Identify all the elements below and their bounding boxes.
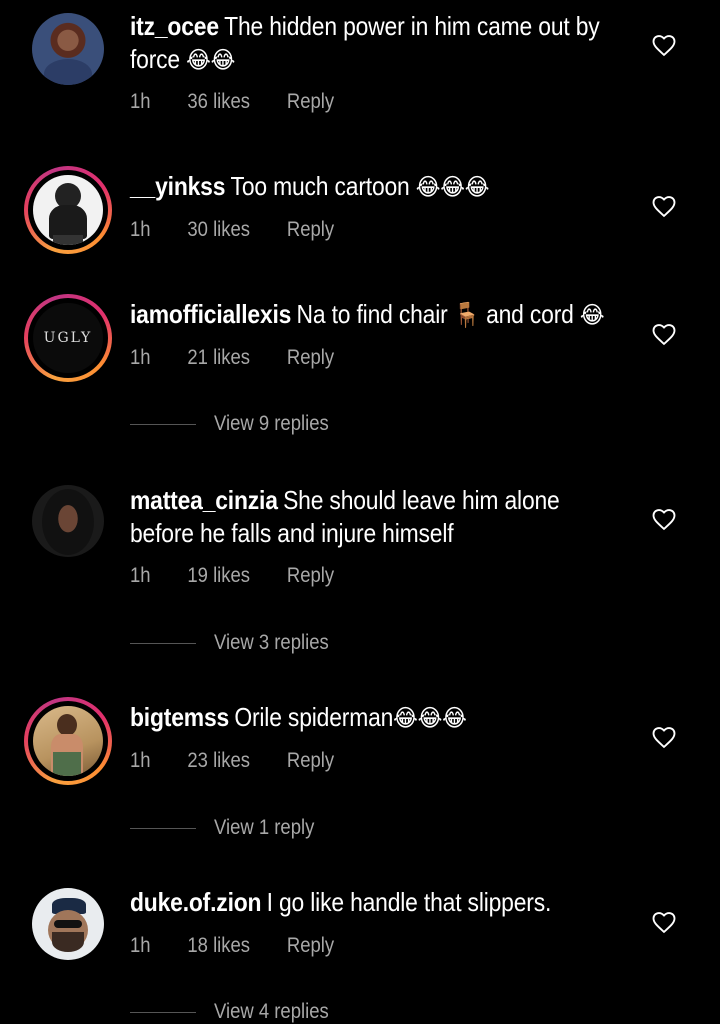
comment-text: mattea_cinzia She should leave him alone … (130, 484, 623, 550)
view-replies-label: View 9 replies (214, 412, 329, 435)
view-replies-button[interactable]: View 4 replies (130, 1000, 344, 1024)
comment-time: 1h (130, 218, 151, 241)
comment-body: Orile spiderman (234, 702, 394, 732)
comment-text: duke.of.zion I go like handle that slippe… (130, 886, 623, 919)
avatar-image (32, 13, 104, 85)
heart-outline-icon[interactable] (650, 192, 678, 220)
comment-time: 1h (130, 934, 151, 957)
comment-text: bigtemss Orile spiderman😂😂😂 (130, 701, 623, 735)
avatar-image (33, 706, 103, 776)
divider-line (130, 423, 196, 425)
avatar[interactable]: UGLY (24, 294, 112, 382)
comment-likes[interactable]: 36 likes (187, 90, 250, 113)
heart-outline-icon[interactable] (650, 31, 678, 59)
view-replies-button[interactable]: View 3 replies (130, 631, 344, 655)
comments-feed: itz_ocee The hidden power in him came out… (0, 0, 720, 1023)
avatar-image: UGLY (33, 303, 103, 373)
comment-likes[interactable]: 18 likes (187, 934, 250, 957)
comment-text: itz_ocee The hidden power in him came out… (130, 10, 623, 77)
laughing-emoji: 😂😂😂 (393, 704, 467, 732)
divider-line (130, 642, 196, 644)
heart-outline-icon[interactable] (650, 908, 678, 936)
reply-button[interactable]: Reply (287, 90, 334, 113)
reply-button[interactable]: Reply (287, 749, 334, 772)
avatar-image (32, 888, 104, 960)
laughing-emoji: 😂😂😂 (415, 173, 490, 201)
comment-body-continued: and cord (486, 299, 574, 329)
comment-time: 1h (130, 90, 151, 113)
comment-likes[interactable]: 21 likes (187, 346, 250, 369)
view-replies-label: View 4 replies (214, 1000, 329, 1023)
comment-likes[interactable]: 23 likes (187, 749, 250, 772)
comment-likes[interactable]: 30 likes (187, 218, 250, 241)
view-replies-button[interactable]: View 1 reply (130, 816, 328, 840)
avatar-image (33, 175, 103, 245)
chair-emoji: 🪑 (453, 301, 480, 329)
avatar[interactable] (24, 697, 112, 785)
comment-username[interactable]: iamofficiallexis (130, 299, 291, 329)
divider-line (130, 827, 196, 829)
comment-time: 1h (130, 346, 151, 369)
reply-button[interactable]: Reply (287, 218, 334, 241)
comment-username[interactable]: duke.of.zion (130, 887, 262, 917)
reply-button[interactable]: Reply (287, 564, 334, 587)
reply-button[interactable]: Reply (287, 934, 334, 957)
avatar[interactable] (24, 166, 112, 254)
avatar[interactable] (24, 880, 112, 968)
comment-username[interactable]: bigtemss (130, 702, 229, 732)
avatar[interactable] (24, 5, 112, 93)
comment-text: __yinkss Too much cartoon 😂😂😂 (130, 170, 623, 204)
comment-body: Na to find chair (296, 299, 448, 329)
comment-time: 1h (130, 749, 151, 772)
heart-outline-icon[interactable] (650, 320, 678, 348)
comment-likes[interactable]: 19 likes (187, 564, 250, 587)
comment-username[interactable]: itz_ocee (130, 11, 219, 41)
comment-body: Too much cartoon (230, 171, 410, 201)
heart-outline-icon[interactable] (650, 505, 678, 533)
comment-body: I go like handle that slippers. (266, 887, 552, 917)
laughing-emoji: 😂 (579, 301, 605, 329)
view-replies-button[interactable]: View 9 replies (130, 412, 344, 436)
laughing-emoji: 😂😂 (186, 46, 236, 74)
avatar[interactable] (24, 477, 112, 565)
comment-text: iamofficiallexis Na to find chair 🪑 and c… (130, 298, 623, 332)
view-replies-label: View 1 reply (214, 816, 315, 839)
heart-outline-icon[interactable] (650, 723, 678, 751)
comment-username[interactable]: mattea_cinzia (130, 485, 278, 515)
avatar-logo-text: UGLY (43, 330, 93, 346)
avatar-image (32, 485, 104, 557)
view-replies-label: View 3 replies (214, 631, 329, 654)
reply-button[interactable]: Reply (287, 346, 334, 369)
comment-username[interactable]: __yinkss (130, 171, 225, 201)
comment-time: 1h (130, 564, 151, 587)
divider-line (130, 1011, 196, 1013)
